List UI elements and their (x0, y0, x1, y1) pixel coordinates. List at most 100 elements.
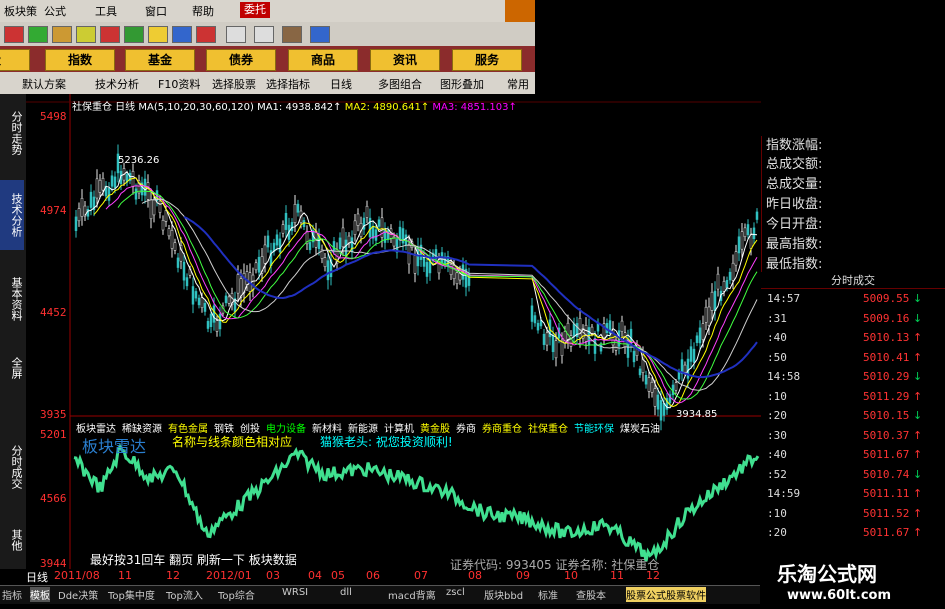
ma2-value: MA2: 4890.641↑ (344, 102, 430, 113)
tile-icon[interactable] (254, 26, 274, 43)
news-icon[interactable] (310, 26, 330, 43)
trade-time: :52 (767, 467, 787, 481)
sector-item[interactable]: 券商 (456, 424, 476, 435)
sector-item[interactable]: 券商重仓 (482, 424, 522, 435)
tool-default-scheme[interactable]: 默认方案 (22, 76, 66, 92)
tool-tech-analysis[interactable]: 技术分析 (95, 76, 139, 92)
sector-item[interactable]: 社保重仓 (528, 424, 568, 435)
star-icon[interactable] (76, 26, 96, 43)
tool-select-stock[interactable]: 选择股票 (212, 76, 256, 92)
ma-legend: 社保重仓 日线 MA(5,10,20,30,60,120) MA1: 4938.… (72, 98, 517, 113)
grid-icon[interactable] (28, 26, 48, 43)
block-icon[interactable] (52, 26, 72, 43)
trade-time: 14:59 (767, 487, 801, 500)
map-icon[interactable] (124, 26, 144, 43)
vtab-fundamental[interactable]: 基本资料 (0, 264, 24, 334)
arrow-down-icon: ↓ (913, 370, 923, 383)
vtab-fullscreen[interactable]: 全屏 (0, 348, 24, 388)
menu-window[interactable]: 窗口 (145, 3, 167, 19)
tool-f10[interactable]: F10资料 (158, 76, 200, 92)
y-tick-4974: 4974 (40, 204, 67, 217)
trade-price: 5010.74 (863, 467, 910, 481)
sector-item[interactable]: 煤炭石油 (620, 424, 660, 435)
y-tick-4566: 4566 (40, 492, 67, 505)
vtab-tech[interactable]: 技术分析 (0, 180, 24, 250)
nav-service[interactable]: 服务 (452, 49, 522, 71)
radar-hint: 名称与线条颜色相对应 (172, 435, 293, 449)
open-label: 今日开盘: (766, 217, 823, 232)
hand-icon[interactable] (100, 26, 120, 43)
date-tick: 12 (166, 569, 180, 582)
menu-help[interactable]: 帮助 (192, 3, 214, 19)
arrow-up-icon: ↑ (913, 428, 923, 442)
arrow-up-icon: ↑ (913, 526, 923, 539)
date-tick: 12 (646, 569, 660, 582)
ma1-value: MA1: 4938.842↑ (257, 102, 342, 113)
nav-commodity[interactable]: 商品 (288, 49, 358, 71)
trade-price: 5010.41 (863, 350, 910, 364)
indicator-tab[interactable]: macd背离 (388, 587, 436, 602)
tool-daily[interactable]: 日线 (330, 76, 352, 92)
tool-overlay[interactable]: 图形叠加 (440, 76, 484, 92)
globe-icon[interactable] (172, 26, 192, 43)
ma3-value: MA3: 4851.103↑ (432, 102, 517, 113)
arrow-down-icon: ↓ (913, 467, 923, 481)
tool-common[interactable]: 常用 (507, 76, 529, 92)
indicator-tab[interactable]: 查股本 (576, 587, 606, 602)
high-label: 最高指数: (766, 237, 823, 252)
period-label: 日线 (26, 571, 48, 584)
date-axis: 日线 2011/08 11 12 2012/01 03 04 05 06 07 08 09 10 11 12 (26, 569, 761, 584)
arrow-up-icon: ↑ (913, 389, 923, 403)
high-annotation: 5236.26 (118, 155, 160, 166)
vtab-other[interactable]: 其他 (0, 520, 24, 560)
indicator-tab[interactable]: zscl (446, 587, 465, 598)
date-tick: 03 (266, 569, 280, 582)
vtab-trades[interactable]: 分时成交 (0, 432, 24, 502)
date-tick: 06 (366, 569, 380, 582)
watermark-url: www.60lt.com (787, 588, 892, 603)
nav-bond[interactable]: 债券 (206, 49, 276, 71)
trade-time: :20 (767, 409, 787, 422)
flag-icon[interactable] (196, 26, 216, 43)
indicator-tab[interactable]: Top集中度 (108, 587, 155, 602)
indicator-tab[interactable]: Top综合 (218, 587, 255, 602)
menu-tools[interactable]: 工具 (95, 3, 117, 19)
tv-icon[interactable] (226, 26, 246, 43)
arrow-up-icon: ↑ (913, 448, 923, 461)
menu-sector[interactable]: 板块策 (4, 3, 37, 19)
indicator-tab[interactable]: Top流入 (166, 587, 203, 602)
indicator-tab[interactable]: dll (340, 587, 352, 598)
nav-news[interactable]: 资讯 (370, 49, 440, 71)
tool-select-indicator[interactable]: 选择指标 (266, 76, 310, 92)
index-info-panel: 指数涨幅: 总成交额: 总成交量: 昨日收盘: 今日开盘: 最高指数: 最低指数… (761, 136, 945, 272)
nav-fund[interactable]: 基金 (125, 49, 195, 71)
indicator-tab[interactable]: 版块bbd (484, 587, 523, 602)
nav-stock[interactable]: 股 (0, 49, 30, 71)
chart-title: 社保重仓 日线 (72, 102, 136, 113)
menu-formula[interactable]: 公式 (44, 3, 66, 19)
book-icon[interactable] (282, 26, 302, 43)
back-icon[interactable] (4, 26, 24, 43)
date-tick: 11 (610, 569, 624, 582)
vtab-timeshare[interactable]: 分时走势 (0, 98, 24, 168)
indicator-tab[interactable]: WRSI (282, 587, 308, 598)
arrow-down-icon: ↓ (913, 292, 923, 305)
trade-price: 5010.37 (863, 428, 910, 442)
indicator-tab[interactable]: 股票公式股票软件 (626, 587, 706, 602)
window-controls[interactable] (505, 0, 535, 22)
icon-toolbar (0, 22, 535, 46)
arrow-up-icon: ↑ (913, 487, 923, 500)
low-annotation: 3934.85 (676, 409, 718, 420)
indicator-tab[interactable]: 模板 (30, 587, 50, 602)
diamond-icon[interactable] (148, 26, 168, 43)
indicator-tab[interactable]: Dde决策 (58, 587, 98, 602)
function-toolbar: 默认方案 技术分析 F10资料 选择股票 选择指标 日线 多图组合 图形叠加 常… (0, 72, 535, 95)
indicator-tab[interactable]: 标准 (538, 587, 558, 602)
watermark-title: 乐淘公式网 (777, 562, 877, 586)
indicator-tab[interactable]: 指标 (2, 587, 22, 602)
entrust-button[interactable]: 委托 (240, 2, 270, 18)
sector-item[interactable]: 节能环保 (574, 424, 614, 435)
nav-index[interactable]: 指数 (45, 49, 115, 71)
tool-multi-chart[interactable]: 多图组合 (378, 76, 422, 92)
trade-price: 5009.16 (863, 311, 910, 325)
